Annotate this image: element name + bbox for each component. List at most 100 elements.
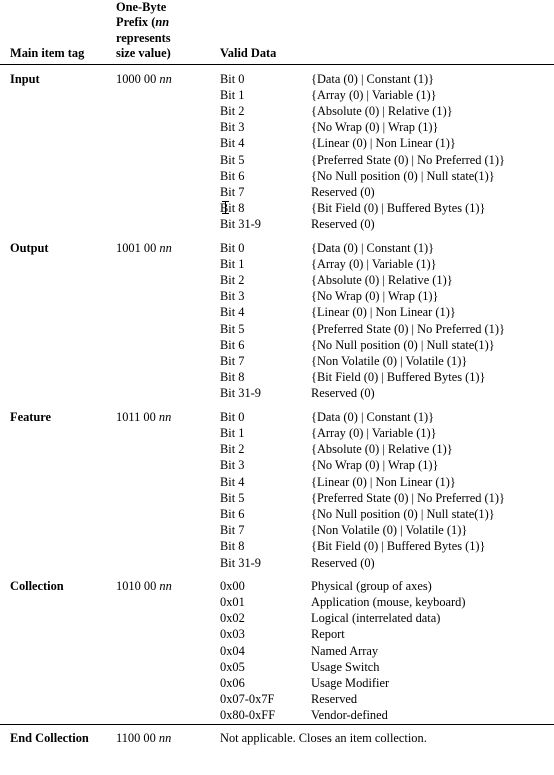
description-list: {Data (0) | Constant (1)} {Array (0) | Va… <box>311 409 554 571</box>
valid-data-item: Bit 31-9 <box>220 386 261 401</box>
cell-description: {Data (0) | Constant (1)} {Array (0) | Va… <box>308 64 554 233</box>
table-row: Collection 1010 00 nn 0x00 0x01 0x02 0x03 0x04… <box>0 571 554 724</box>
description-item: Reserved (0) <box>311 185 375 200</box>
prefix-nn-italic: nn <box>158 409 172 424</box>
prefix-header-line-3: represents <box>116 30 171 45</box>
cell-description: {Data (0) | Constant (1)} {Array (0) | Va… <box>308 402 554 571</box>
description-item: {Array (0) | Variable (1)} <box>311 256 437 271</box>
description-item: Usage Switch <box>311 659 380 674</box>
description-item: Named Array <box>311 643 379 658</box>
description-item: {No Null position (0) | Null state(1)} <box>311 168 495 183</box>
description-item: Usage Modifier <box>311 675 390 690</box>
table-row: Output 1001 00 nn Bit 0 Bit 1 Bit 2 Bit 3 Bit … <box>0 233 554 402</box>
cell-one-byte-prefix: 1011 00 nn <box>116 409 172 424</box>
valid-data-item: Bit 2 <box>220 104 245 119</box>
column-header-one-byte-prefix: One-Byte Prefix (nn represents size valu… <box>113 0 215 65</box>
description-item: {Bit Field (0) | Buffered Bytes (1)} <box>311 201 486 216</box>
description-item: {Data (0) | Constant (1)} <box>311 240 435 255</box>
cell-description: Physical (group of axes) Application (mou… <box>308 571 554 724</box>
description-item: {Data (0) | Constant (1)} <box>311 71 435 86</box>
prefix-nn-italic: nn <box>159 578 172 593</box>
valid-data-item: Bit 3 <box>220 289 245 304</box>
column-header-main-item-tag: Main item tag <box>0 0 113 65</box>
description-item: {Linear (0) | Non Linear (1)} <box>311 136 456 151</box>
valid-data-item: Bit 3 <box>220 120 245 135</box>
valid-data-list: 0x00 0x01 0x02 0x03 0x04 0x05 0x06 0x07-0x7F 0x8… <box>220 578 308 724</box>
description-item: {No Wrap (0) | Wrap (1)} <box>311 289 439 304</box>
table-row-end-collection: End Collection 1100 00 nn Not applicable. … <box>0 723 554 746</box>
prefix-nn-italic: nn <box>159 71 172 86</box>
valid-data-list: Bit 0 Bit 1 Bit 2 Bit 3 Bit 4 Bit 5 Bit 6 Bit 7… <box>220 71 308 233</box>
cell-end-collection-note: Not applicable. Closes an item collectio… <box>215 723 554 746</box>
valid-data-item: Bit 1 <box>220 87 245 102</box>
description-item: {Bit Field (0) | Buffered Bytes (1)} <box>311 370 486 385</box>
description-item: {No Null position (0) | Null state(1)} <box>311 337 495 352</box>
description-item: Reserved (0) <box>311 555 375 570</box>
cell-main-item-tag: Input <box>10 71 40 86</box>
column-header-valid-data-text: Valid Data <box>220 46 277 61</box>
valid-data-item: 0x80-0xFF <box>220 708 276 723</box>
valid-data-item: Bit 1 <box>220 256 245 271</box>
description-item: Reserved <box>311 692 358 707</box>
valid-data-list: Bit 0 Bit 1 Bit 2 Bit 3 Bit 4 Bit 5 Bit 6 Bit 7… <box>220 240 308 402</box>
column-header-description <box>308 0 554 65</box>
prefix-header-line-4: size value) <box>116 46 171 61</box>
valid-data-item: Bit 8 <box>220 539 245 554</box>
description-item: {Absolute (0) | Relative (1)} <box>311 442 453 457</box>
valid-data-item: Bit 4 <box>220 136 245 151</box>
valid-data-item: Bit 8 <box>220 201 245 216</box>
valid-data-item: Bit 6 <box>220 506 245 521</box>
description-item: {Linear (0) | Non Linear (1)} <box>311 305 456 320</box>
valid-data-item: 0x07-0x7F <box>220 692 275 707</box>
column-header-valid-data: Valid Data <box>215 0 308 65</box>
prefix-nn-italic: nn <box>159 240 172 255</box>
cell-main-item-tag: End Collection <box>0 723 113 746</box>
cell-main-item-tag: Collection <box>10 578 64 593</box>
valid-data-item: 0x03 <box>220 627 245 642</box>
table-header-row: Main item tag One-Byte Prefix (nn repres… <box>0 0 554 65</box>
table-row: Feature 1011 00 nn Bit 0 Bit 1 Bit 2 Bit 3 Bit… <box>0 402 554 571</box>
prefix-header-nn-italic: nn <box>155 15 170 30</box>
table-row: Input 1000 00 nn Bit 0 Bit 1 Bit 2 Bit 3 Bit 4… <box>0 64 554 233</box>
cell-one-byte-prefix: 1001 00 nn <box>116 240 172 255</box>
valid-data-item: 0x01 <box>220 594 245 609</box>
valid-data-item: Bit 5 <box>220 490 245 505</box>
cell-main-item-tag: Feature <box>10 409 52 424</box>
description-list: {Data (0) | Constant (1)} {Array (0) | Va… <box>311 71 554 233</box>
hid-main-item-tag-table: Main item tag One-Byte Prefix (nn repres… <box>0 0 554 746</box>
description-item: {Data (0) | Constant (1)} <box>311 409 435 424</box>
column-header-main-item-tag-text: Main item tag <box>10 46 85 61</box>
description-item: {Bit Field (0) | Buffered Bytes (1)} <box>311 539 486 554</box>
cell-valid-data: Bit 0 Bit 1 Bit 2 Bit 3 Bit 4 Bit 5 Bit 6 Bit 7… <box>215 64 308 233</box>
description-item: {Array (0) | Variable (1)} <box>311 87 437 102</box>
description-item: {Preferred State (0) | No Preferred (1)} <box>311 321 505 336</box>
valid-data-item: Bit 4 <box>220 474 245 489</box>
description-item: Report <box>311 627 345 642</box>
cell-valid-data: Bit 0 Bit 1 Bit 2 Bit 3 Bit 4 Bit 5 Bit 6 Bit 7… <box>215 233 308 402</box>
cell-main-item-tag: Output <box>10 240 49 255</box>
valid-data-list: Bit 0 Bit 1 Bit 2 Bit 3 Bit 4 Bit 5 Bit 6 Bit 7… <box>220 409 308 571</box>
valid-data-item: Bit 5 <box>220 321 245 336</box>
valid-data-item: Bit 4 <box>220 305 245 320</box>
cell-one-byte-prefix: 1000 00 nn <box>116 71 172 86</box>
valid-data-item: Bit 2 <box>220 442 245 457</box>
description-item: Vendor-defined <box>311 708 388 723</box>
valid-data-item: Bit 7 <box>220 354 245 369</box>
valid-data-item: 0x04 <box>220 643 245 658</box>
valid-data-item: 0x06 <box>220 675 245 690</box>
description-item: {Non Volatile (0) | Volatile (1)} <box>311 523 468 538</box>
valid-data-item: Bit 0 <box>220 240 245 255</box>
description-item: {Preferred State (0) | No Preferred (1)} <box>311 152 505 167</box>
description-list: {Data (0) | Constant (1)} {Array (0) | Va… <box>311 240 554 402</box>
description-list: Physical (group of axes) Application (mou… <box>311 578 554 724</box>
valid-data-item: Bit 7 <box>220 523 245 538</box>
prefix-header-line-2-text: Prefix ( <box>116 15 156 30</box>
valid-data-item: Bit 1 <box>220 425 245 440</box>
description-item: {Non Volatile (0) | Volatile (1)} <box>311 354 468 369</box>
valid-data-item: Bit 3 <box>220 458 245 473</box>
valid-data-item: Bit 31-9 <box>220 555 261 570</box>
description-item: Physical (group of axes) <box>311 578 432 593</box>
description-item: Logical (interrelated data) <box>311 611 441 626</box>
description-item: {No Wrap (0) | Wrap (1)} <box>311 458 439 473</box>
description-item: {No Wrap (0) | Wrap (1)} <box>311 120 439 135</box>
